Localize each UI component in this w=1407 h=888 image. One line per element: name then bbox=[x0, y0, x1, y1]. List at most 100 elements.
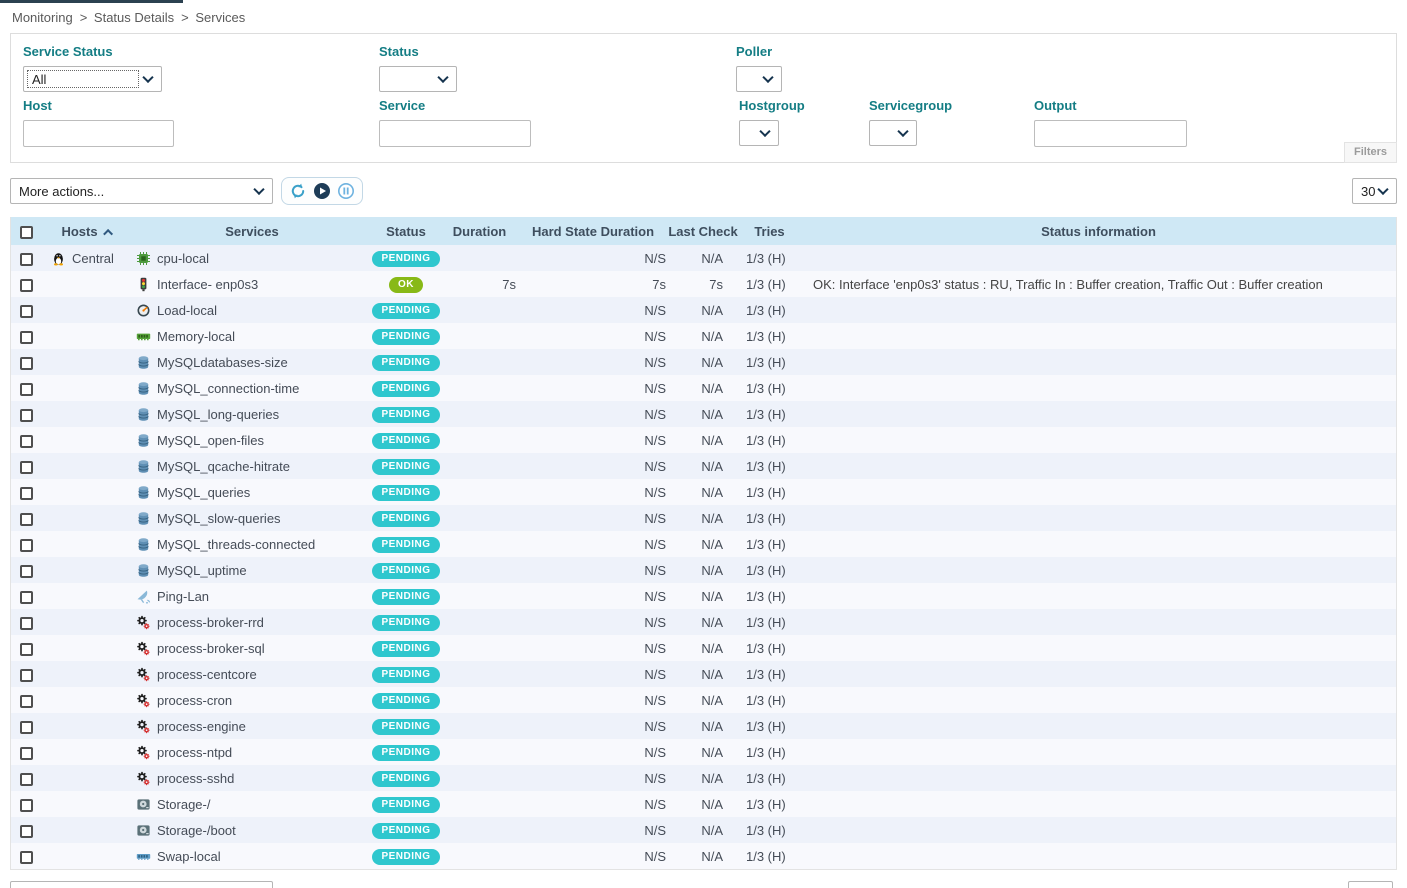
database-icon bbox=[136, 407, 151, 422]
status-information-value bbox=[801, 479, 1396, 505]
row-checkbox[interactable] bbox=[20, 851, 33, 864]
row-checkbox[interactable] bbox=[20, 617, 33, 630]
service-name[interactable]: process-sshd bbox=[157, 771, 234, 786]
service-name[interactable]: process-cron bbox=[157, 693, 232, 708]
page-size-select[interactable]: 30 bbox=[1352, 178, 1397, 204]
row-checkbox[interactable] bbox=[20, 565, 33, 578]
tries-value: 1/3 (H) bbox=[738, 739, 801, 765]
duration-value bbox=[441, 427, 518, 453]
status-filter-select[interactable] bbox=[379, 66, 457, 92]
service-name[interactable]: Load-local bbox=[157, 303, 217, 318]
row-checkbox[interactable] bbox=[20, 305, 33, 318]
host-name[interactable]: Central bbox=[72, 251, 114, 266]
row-checkbox[interactable] bbox=[20, 461, 33, 474]
service-filter-input[interactable] bbox=[379, 120, 531, 147]
service-name[interactable]: Interface- enp0s3 bbox=[157, 277, 258, 292]
column-header-status[interactable]: Status bbox=[371, 217, 441, 245]
duration-value bbox=[441, 557, 518, 583]
host-filter-input[interactable] bbox=[23, 120, 174, 147]
row-checkbox[interactable] bbox=[20, 695, 33, 708]
service-name[interactable]: MySQLdatabases-size bbox=[157, 355, 288, 370]
row-checkbox[interactable] bbox=[20, 331, 33, 344]
service-name[interactable]: Storage-/ bbox=[157, 797, 210, 812]
row-checkbox[interactable] bbox=[20, 383, 33, 396]
column-header-hard-state-duration[interactable]: Hard State Duration bbox=[518, 217, 668, 245]
service-status-label: Service Status bbox=[23, 44, 162, 59]
service-name[interactable]: MySQL_long-queries bbox=[157, 407, 279, 422]
play-icon[interactable] bbox=[313, 182, 331, 200]
row-checkbox[interactable] bbox=[20, 539, 33, 552]
service-name[interactable]: Memory-local bbox=[157, 329, 235, 344]
last-check-value: N/A bbox=[668, 375, 738, 401]
service-name[interactable]: MySQL_connection-time bbox=[157, 381, 299, 396]
hard-state-duration-value: N/S bbox=[518, 791, 668, 817]
row-checkbox[interactable] bbox=[20, 591, 33, 604]
row-checkbox[interactable] bbox=[20, 513, 33, 526]
table-row: process-broker-rrd PENDING N/S N/A 1/3 (… bbox=[11, 609, 1396, 635]
column-header-status-information[interactable]: Status information bbox=[801, 217, 1396, 245]
service-name[interactable]: MySQL_qcache-hitrate bbox=[157, 459, 290, 474]
output-input[interactable] bbox=[1034, 120, 1187, 147]
table-row: MySQLdatabases-size PENDING N/S N/A 1/3 … bbox=[11, 349, 1396, 375]
status-information-value bbox=[801, 349, 1396, 375]
service-name[interactable]: MySQL_queries bbox=[157, 485, 250, 500]
servicegroup-select[interactable] bbox=[869, 120, 917, 146]
row-checkbox[interactable] bbox=[20, 435, 33, 448]
service-name[interactable]: process-ntpd bbox=[157, 745, 232, 760]
status-badge: PENDING bbox=[372, 329, 439, 345]
column-header-duration[interactable]: Duration bbox=[441, 217, 518, 245]
service-status-select[interactable]: All bbox=[23, 66, 162, 92]
row-checkbox[interactable] bbox=[20, 773, 33, 786]
row-checkbox[interactable] bbox=[20, 825, 33, 838]
column-header-tries[interactable]: Tries bbox=[738, 217, 801, 245]
service-name[interactable]: MySQL_open-files bbox=[157, 433, 264, 448]
status-information-value bbox=[801, 713, 1396, 739]
row-checkbox[interactable] bbox=[20, 721, 33, 734]
service-name[interactable]: process-engine bbox=[157, 719, 246, 734]
service-name[interactable]: Ping-Lan bbox=[157, 589, 209, 604]
service-name[interactable]: Swap-local bbox=[157, 849, 221, 864]
breadcrumb-separator: > bbox=[181, 10, 189, 25]
hard-state-duration-value: N/S bbox=[518, 349, 668, 375]
refresh-icon[interactable] bbox=[289, 182, 307, 200]
hard-state-duration-value: N/S bbox=[518, 739, 668, 765]
service-name[interactable]: process-broker-rrd bbox=[157, 615, 264, 630]
poller-select[interactable] bbox=[736, 66, 782, 92]
row-checkbox[interactable] bbox=[20, 799, 33, 812]
breadcrumb-item-status-details[interactable]: Status Details bbox=[94, 10, 174, 25]
row-checkbox[interactable] bbox=[20, 409, 33, 422]
hard-state-duration-value: N/S bbox=[518, 557, 668, 583]
duration-value bbox=[441, 297, 518, 323]
filters-tab[interactable]: Filters bbox=[1344, 142, 1397, 163]
column-header-last-check[interactable]: Last Check bbox=[668, 217, 738, 245]
service-name[interactable]: MySQL_slow-queries bbox=[157, 511, 281, 526]
row-checkbox[interactable] bbox=[20, 357, 33, 370]
last-check-value: N/A bbox=[668, 401, 738, 427]
more-actions-select[interactable]: More actions... bbox=[10, 178, 273, 204]
service-name[interactable]: process-centcore bbox=[157, 667, 257, 682]
hostgroup-select[interactable] bbox=[739, 120, 779, 146]
tries-value: 1/3 (H) bbox=[738, 687, 801, 713]
actions-toolbar: More actions... 30 bbox=[10, 177, 1397, 205]
service-name[interactable]: MySQL_uptime bbox=[157, 563, 247, 578]
breadcrumb-item-monitoring[interactable]: Monitoring bbox=[12, 10, 73, 25]
select-all-checkbox[interactable] bbox=[20, 226, 33, 239]
row-checkbox[interactable] bbox=[20, 253, 33, 266]
breadcrumb-item-services[interactable]: Services bbox=[195, 10, 245, 25]
bottom-page-size-select[interactable] bbox=[1348, 881, 1393, 888]
service-name[interactable]: process-broker-sql bbox=[157, 641, 265, 656]
column-header-services[interactable]: Services bbox=[133, 217, 371, 245]
bottom-more-actions-select[interactable] bbox=[10, 881, 273, 888]
row-checkbox[interactable] bbox=[20, 669, 33, 682]
service-name[interactable]: cpu-local bbox=[157, 251, 209, 266]
row-checkbox[interactable] bbox=[20, 747, 33, 760]
pause-icon[interactable] bbox=[337, 182, 355, 200]
row-checkbox[interactable] bbox=[20, 487, 33, 500]
row-checkbox[interactable] bbox=[20, 643, 33, 656]
filter-panel: Service Status All Status Poller Host Se… bbox=[10, 33, 1397, 163]
column-header-hosts[interactable]: Hosts bbox=[41, 217, 133, 245]
hard-state-duration-value: N/S bbox=[518, 297, 668, 323]
row-checkbox[interactable] bbox=[20, 279, 33, 292]
service-name[interactable]: MySQL_threads-connected bbox=[157, 537, 315, 552]
service-name[interactable]: Storage-/boot bbox=[157, 823, 236, 838]
